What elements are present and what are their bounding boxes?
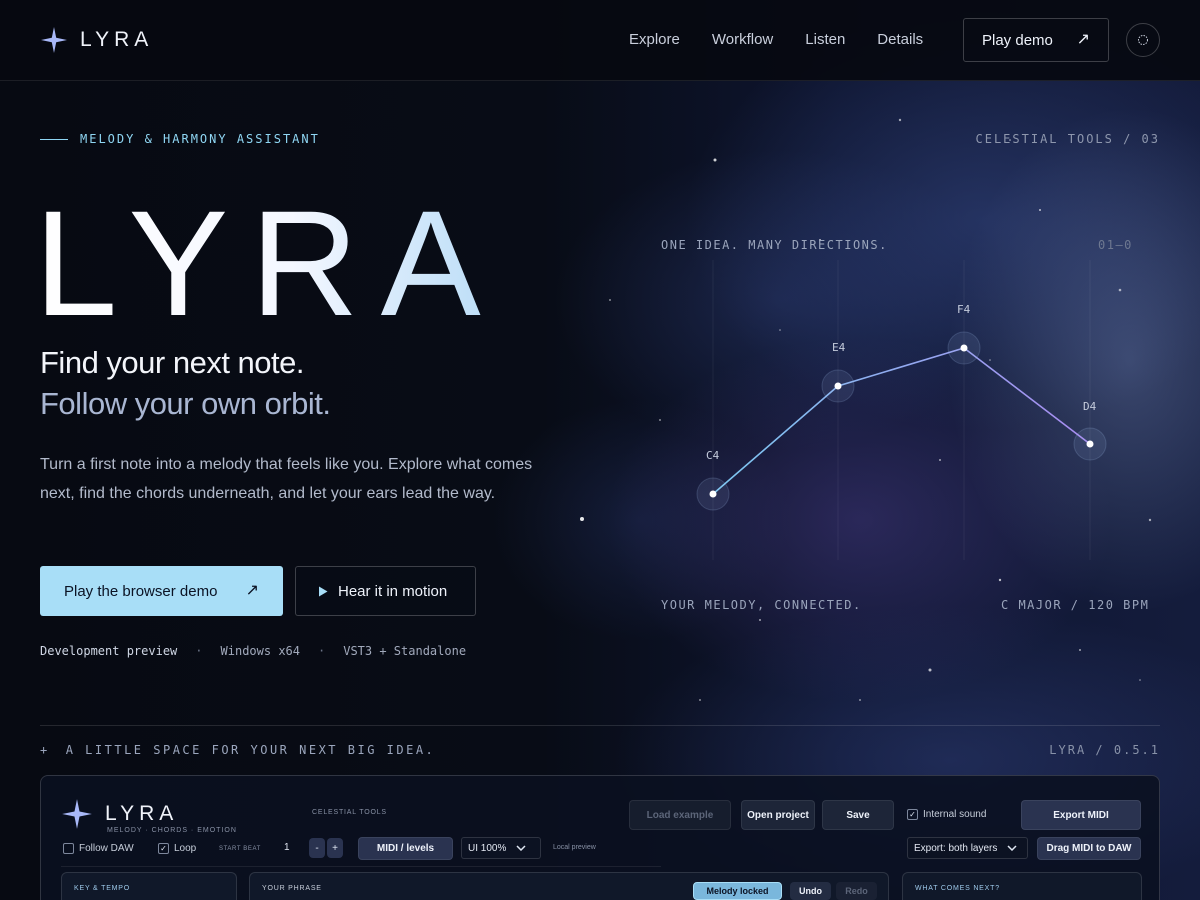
midi-levels-button[interactable]: MIDI / levels [358,837,453,860]
checkmark-icon: ✓ [158,843,169,854]
follow-daw-label: Follow DAW [79,843,134,854]
note-label-c4: C4 [706,449,720,462]
note-label-e4: E4 [832,341,846,354]
section-tagline: + A LITTLE SPACE FOR YOUR NEXT BIG IDEA. [40,743,435,757]
export-layers-value: Export: both layers [914,842,998,854]
melody-locked-button[interactable]: Melody locked [693,882,782,900]
note-d4 [1073,427,1107,461]
open-project-button[interactable]: Open project [741,800,815,830]
checkmark-icon: ✓ [907,809,918,820]
version-label: LYRA / 0.5.1 [1049,743,1160,757]
note-label-f4: F4 [957,303,971,316]
site-header: LYRA Explore Workflow Listen Details Pla… [0,0,1200,81]
section-divider [40,725,1160,726]
key-tempo-label: KEY & TEMPO [74,885,131,892]
key-tempo-panel: KEY & TEMPO [61,872,237,900]
arrow-up-right-icon: ↗ [1076,31,1090,48]
nav-details[interactable]: Details [877,31,923,48]
chevron-down-icon [516,845,526,851]
play-demo-label: Play demo [982,31,1053,49]
plus-icon: + [40,743,50,757]
play-demo-button[interactable]: Play demo ↗ [963,18,1109,62]
loop-checkbox[interactable]: ✓ Loop [158,843,196,854]
internal-sound-label: Internal sound [923,809,987,820]
ui-scale-value: UI 100% [468,842,507,854]
section-tagline-text: A LITTLE SPACE FOR YOUR NEXT BIG IDEA. [65,743,436,757]
circle-icon [1138,35,1148,45]
redo-button[interactable]: Redo [836,882,877,900]
app-logo: LYRA [61,798,178,830]
chevron-down-icon [1007,845,1017,851]
your-phrase-label: YOUR PHRASE [262,885,322,892]
sparkle-icon [62,799,92,829]
toolbar-divider [61,866,661,867]
main-nav: Explore Workflow Listen Details [629,31,923,48]
drag-midi-button[interactable]: Drag MIDI to DAW [1037,837,1141,860]
melody-constellation: C4 E4 F4 D4 [696,260,1107,560]
checkbox-empty-icon [63,843,74,854]
load-example-button[interactable]: Load example [629,800,731,830]
start-beat-increment[interactable]: + [327,838,343,858]
nav-explore[interactable]: Explore [629,31,680,48]
note-label-d4: D4 [1083,400,1097,413]
note-e4 [821,369,855,403]
save-button[interactable]: Save [822,800,894,830]
app-subtitle: MELODY · CHORDS · EMOTION [107,827,237,834]
nav-listen[interactable]: Listen [805,31,845,48]
site-logo[interactable]: LYRA [40,26,153,54]
nav-workflow[interactable]: Workflow [712,31,773,48]
ui-scale-select[interactable]: UI 100% [461,837,541,859]
internal-sound-checkbox[interactable]: ✓ Internal sound [907,809,986,820]
undo-button[interactable]: Undo [790,882,831,900]
follow-daw-checkbox[interactable]: Follow DAW [63,843,134,854]
brand-name: LYRA [80,28,154,51]
note-f4 [947,331,981,365]
app-celestial-label: CELESTIAL TOOLS [312,809,387,816]
export-midi-button[interactable]: Export MIDI [1021,800,1141,830]
local-preview-label: Local preview [553,844,596,851]
start-beat-value[interactable]: 1 [284,842,290,853]
what-next-label: WHAT COMES NEXT? [915,885,1000,892]
sparkle-icon [41,27,67,53]
app-brand-name: LYRA [105,802,179,825]
melody-line [712,347,1091,495]
start-beat-label: START BEAT [219,846,261,852]
what-next-panel: WHAT COMES NEXT? [902,872,1142,900]
note-c4 [696,477,730,511]
app-preview: LYRA MELODY · CHORDS · EMOTION CELESTIAL… [40,775,1160,900]
your-phrase-panel: YOUR PHRASE Melody locked Undo Redo [249,872,889,900]
start-beat-decrement[interactable]: - [309,838,325,858]
loop-label: Loop [174,843,197,854]
export-layers-select[interactable]: Export: both layers [907,837,1028,859]
theme-toggle-button[interactable] [1126,23,1160,57]
